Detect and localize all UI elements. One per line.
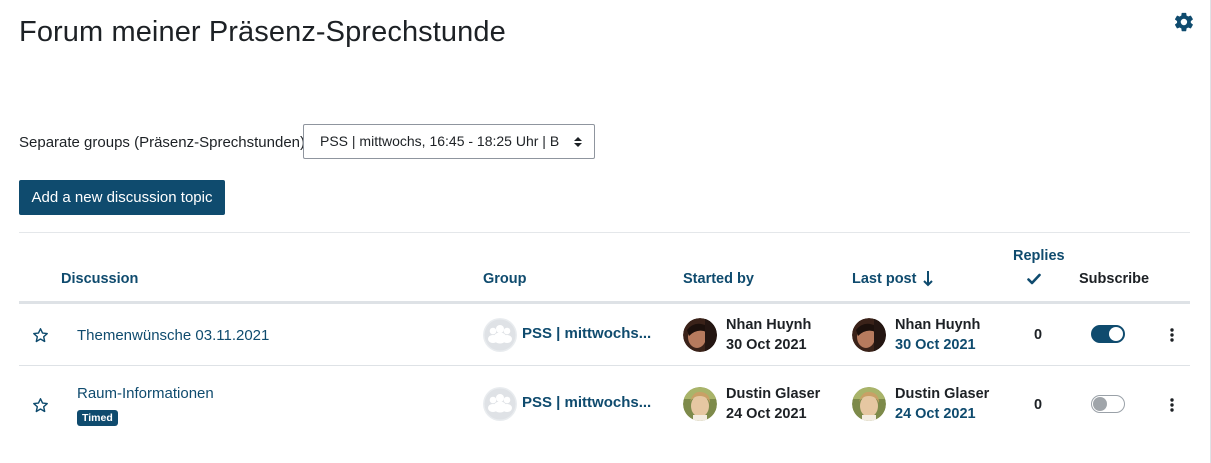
timed-badge: Timed bbox=[77, 410, 118, 426]
replies-count: 0 bbox=[1034, 327, 1043, 343]
star-icon[interactable] bbox=[32, 327, 49, 344]
last-post-name: Dustin Glaser bbox=[895, 386, 990, 402]
started-date: 24 Oct 2021 bbox=[726, 406, 807, 422]
discussion-title[interactable]: Raum-Informationen bbox=[77, 385, 214, 402]
table-header-rule bbox=[19, 301, 1190, 304]
divider bbox=[19, 232, 1190, 233]
header-last-post[interactable]: Last post bbox=[852, 271, 916, 287]
check-icon bbox=[1027, 273, 1041, 285]
group-link[interactable]: PSS | mittwochs... bbox=[522, 325, 651, 342]
toggle-knob bbox=[1093, 397, 1107, 411]
gear-icon[interactable] bbox=[1173, 11, 1195, 33]
group-select[interactable]: PSS | mittwochs, 16:45 - 18:25 Uhr | B bbox=[303, 124, 595, 159]
header-started-by[interactable]: Started by bbox=[683, 271, 754, 287]
add-discussion-button[interactable]: Add a new discussion topic bbox=[19, 180, 225, 215]
subscribe-toggle[interactable] bbox=[1091, 325, 1125, 343]
group-select-value: PSS | mittwochs, 16:45 - 18:25 Uhr | B bbox=[320, 133, 560, 149]
subscribe-toggle[interactable] bbox=[1091, 395, 1125, 413]
star-icon[interactable] bbox=[32, 397, 49, 414]
page-title: Forum meiner Präsenz-Sprechstunde bbox=[19, 16, 506, 48]
last-post-date-link[interactable]: 24 Oct 2021 bbox=[895, 406, 976, 422]
avatar[interactable] bbox=[852, 387, 886, 421]
group-selector-label: Separate groups (Präsenz-Sprechstunden) bbox=[19, 134, 305, 151]
last-post-name: Nhan Huynh bbox=[895, 317, 981, 333]
avatar[interactable] bbox=[683, 387, 717, 421]
header-replies[interactable]: Replies bbox=[1013, 248, 1065, 264]
group-icon bbox=[483, 318, 517, 352]
more-options-icon[interactable] bbox=[1169, 398, 1175, 412]
more-options-icon[interactable] bbox=[1169, 328, 1175, 342]
header-group[interactable]: Group bbox=[483, 271, 527, 287]
avatar[interactable] bbox=[683, 318, 717, 352]
started-by-name: Nhan Huynh bbox=[726, 317, 812, 333]
sort-descending-icon bbox=[923, 271, 933, 287]
group-icon bbox=[483, 387, 517, 421]
select-arrows-icon bbox=[574, 137, 582, 147]
row-divider bbox=[19, 365, 1190, 366]
started-date: 30 Oct 2021 bbox=[726, 337, 807, 353]
header-last-post-label: Last post bbox=[852, 271, 917, 287]
group-link[interactable]: PSS | mittwochs... bbox=[522, 394, 651, 411]
replies-count: 0 bbox=[1034, 397, 1043, 413]
header-discussion[interactable]: Discussion bbox=[61, 271, 138, 287]
started-by-name: Dustin Glaser bbox=[726, 386, 821, 402]
toggle-knob bbox=[1109, 327, 1123, 341]
avatar[interactable] bbox=[852, 318, 886, 352]
discussion-title[interactable]: Themenwünsche 03.11.2021 bbox=[77, 327, 269, 344]
header-subscribe: Subscribe bbox=[1079, 271, 1150, 287]
last-post-date-link[interactable]: 30 Oct 2021 bbox=[895, 337, 976, 353]
